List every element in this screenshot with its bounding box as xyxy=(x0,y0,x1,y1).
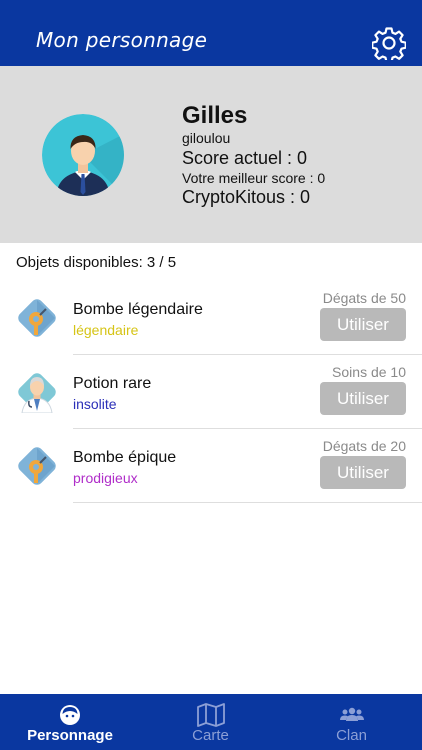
app-header: Mon personnage xyxy=(0,0,422,66)
item-icon xyxy=(16,371,58,414)
item-effect: Dégats de 50 xyxy=(322,290,406,306)
list-item: Bombe légendaire légendaire Dégats de 50… xyxy=(0,281,422,355)
item-rarity: insolite xyxy=(73,396,117,412)
tab-label: Personnage xyxy=(27,727,113,744)
profile-name: Gilles xyxy=(182,102,248,129)
tab-personnage[interactable]: Personnage xyxy=(0,694,140,750)
avatar xyxy=(42,114,124,196)
profile-card: Gilles giloulou Score actuel : 0 Votre m… xyxy=(0,66,422,243)
user-face-icon xyxy=(60,705,80,725)
item-icon xyxy=(16,445,58,487)
businessman-avatar-icon xyxy=(42,114,124,196)
gear-icon xyxy=(371,27,407,63)
bomb-icon xyxy=(18,447,56,485)
item-icon xyxy=(16,297,58,339)
item-name: Bombe légendaire xyxy=(73,301,203,318)
list-item: Bombe épique prodigieux Dégats de 20 Uti… xyxy=(0,429,422,503)
item-effect: Soins de 10 xyxy=(332,364,406,380)
map-icon xyxy=(196,703,225,727)
page-title: Mon personnage xyxy=(36,28,208,52)
use-item-button[interactable]: Utiliser xyxy=(320,308,406,341)
use-item-button[interactable]: Utiliser xyxy=(320,382,406,415)
use-item-button[interactable]: Utiliser xyxy=(320,456,406,489)
items-available-count: Objets disponibles: 3 / 5 xyxy=(16,254,177,271)
list-item: Potion rare insolite Soins de 10 Utilise… xyxy=(0,355,422,429)
group-icon xyxy=(339,707,364,721)
tab-carte[interactable]: Carte xyxy=(140,694,281,750)
item-rarity: prodigieux xyxy=(73,470,138,486)
profile-username: giloulou xyxy=(182,130,231,146)
divider xyxy=(73,502,422,503)
tab-clan[interactable]: Clan xyxy=(281,694,422,750)
item-rarity: légendaire xyxy=(73,322,139,338)
item-name: Bombe épique xyxy=(73,449,177,466)
tab-label: Clan xyxy=(336,727,367,744)
settings-button[interactable] xyxy=(371,26,407,63)
tab-bar: Personnage Carte Clan xyxy=(0,694,422,750)
cryptokitous-count: CryptoKitous : 0 xyxy=(182,187,311,207)
item-effect: Dégats de 20 xyxy=(322,438,406,454)
current-score: Score actuel : 0 xyxy=(182,148,308,168)
bomb-icon xyxy=(18,299,56,337)
doctor-icon xyxy=(18,373,56,414)
item-name: Potion rare xyxy=(73,375,152,392)
tab-label: Carte xyxy=(192,727,229,744)
best-score: Votre meilleur score : 0 xyxy=(182,170,326,186)
